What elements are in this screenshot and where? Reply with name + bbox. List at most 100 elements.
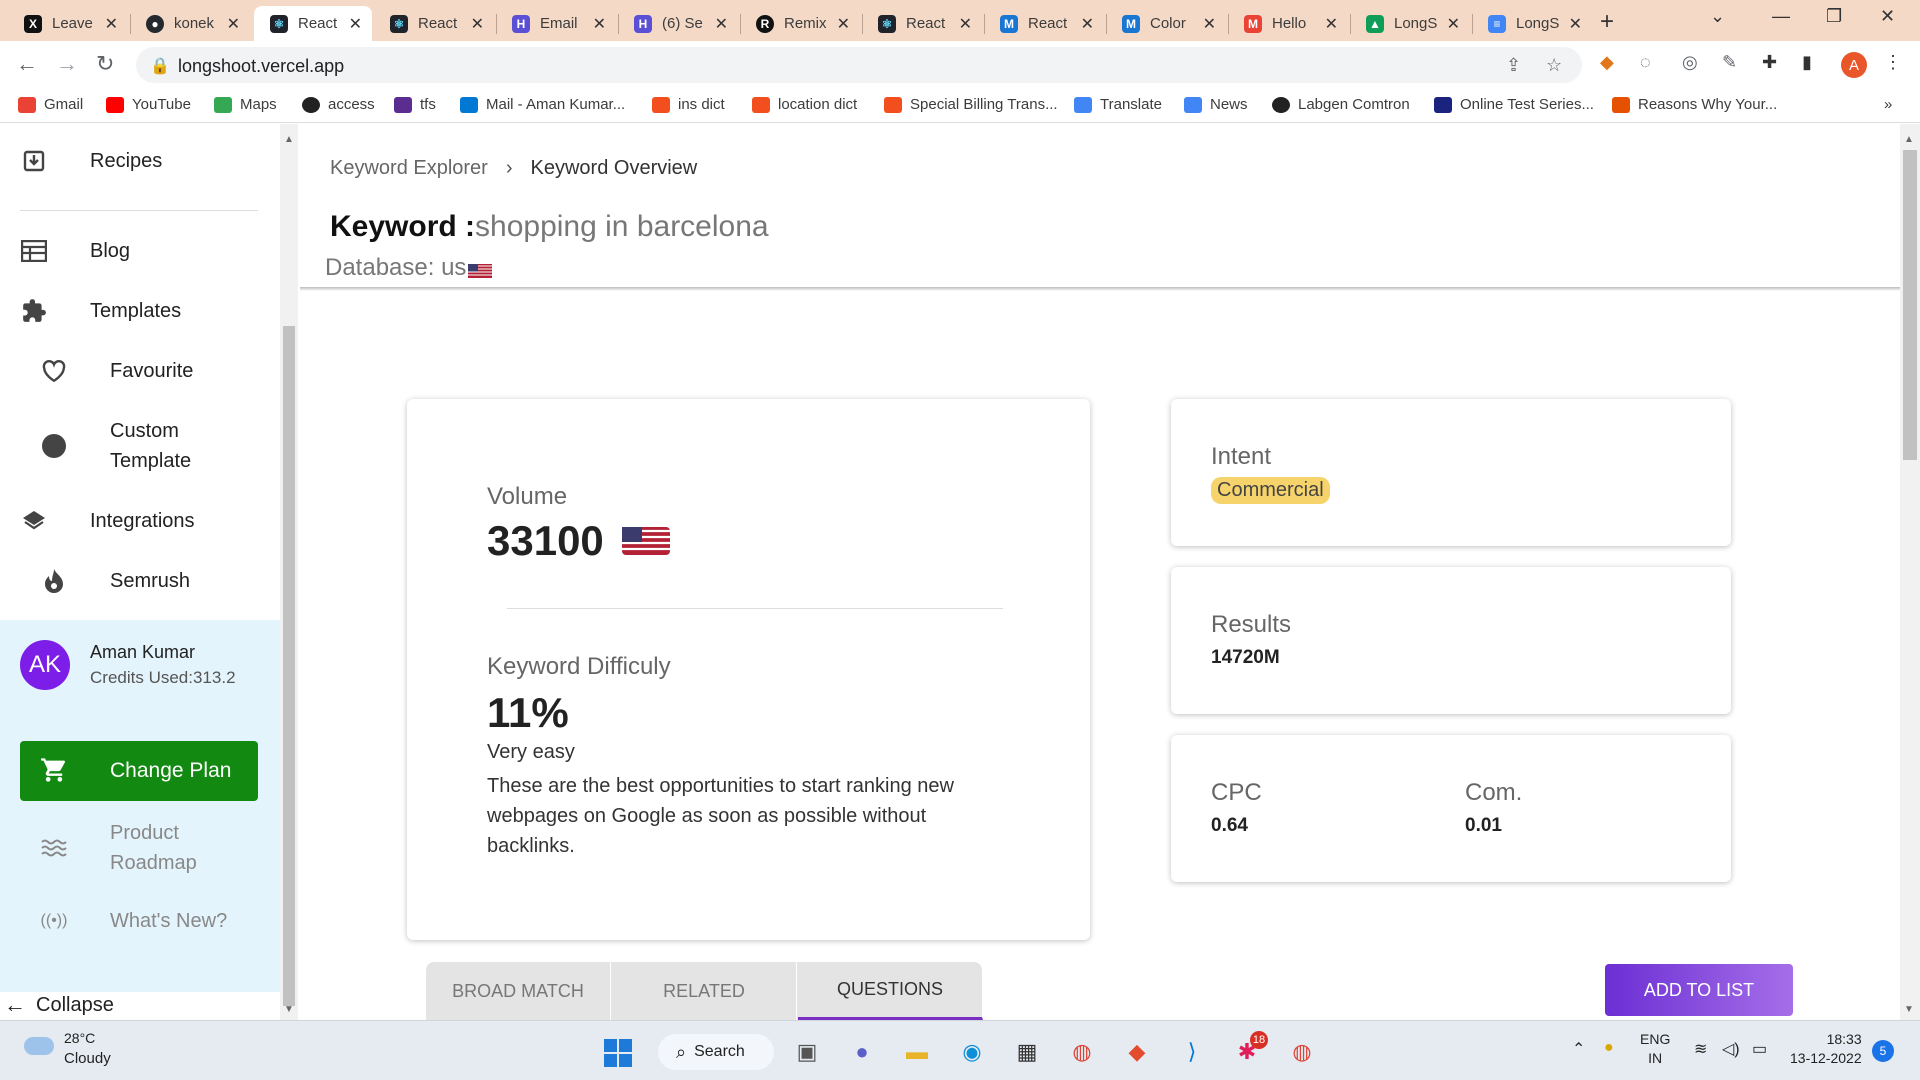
bookmark-ins-dict[interactable]: ins dict — [652, 96, 725, 113]
avatar[interactable]: AK — [20, 640, 70, 690]
eyedropper-icon[interactable]: ✎ — [1722, 52, 1737, 73]
bookmark-maps[interactable]: Maps — [214, 96, 277, 113]
wifi-icon[interactable]: ≋ — [1694, 1039, 1707, 1059]
browser-tab[interactable]: R Remix ✕ — [740, 6, 860, 41]
sidebar-item-templates[interactable]: Templates — [0, 296, 272, 326]
close-icon[interactable]: ✕ — [715, 14, 728, 34]
store-icon[interactable]: ▦ — [1012, 1037, 1042, 1067]
edge-icon[interactable]: ◉ — [957, 1037, 987, 1067]
add-to-list-button[interactable]: ADD TO LIST — [1605, 964, 1793, 1016]
teams-chat-icon[interactable]: ● — [847, 1037, 877, 1067]
tab-broad-match[interactable]: BROAD MATCH — [426, 962, 611, 1020]
bookmark-access[interactable]: access — [302, 96, 375, 113]
scroll-down-icon[interactable]: ▼ — [284, 1004, 294, 1015]
browser-tab[interactable]: M React ✕ — [984, 6, 1104, 41]
minimize-icon[interactable]: — — [1772, 6, 1790, 27]
breadcrumb-root[interactable]: Keyword Explorer — [330, 157, 488, 180]
browser-tab[interactable]: M Color ✕ — [1106, 6, 1226, 41]
git-icon[interactable]: ◆ — [1122, 1037, 1152, 1067]
cloud-icon[interactable] — [24, 1037, 54, 1055]
close-icon[interactable]: ✕ — [1569, 14, 1582, 34]
page-scrollbar-thumb[interactable] — [1903, 150, 1917, 460]
restore-icon[interactable]: ❐ — [1826, 6, 1842, 27]
browser-tab[interactable]: ▲ LongS ✕ — [1350, 6, 1470, 41]
weather-temperature[interactable]: 28°C — [64, 1030, 95, 1046]
sidebar-scrollbar-thumb[interactable] — [283, 326, 295, 1006]
weather-condition[interactable]: Cloudy — [64, 1050, 111, 1067]
sidebar-item-product-roadmap[interactable]: Product Roadmap — [0, 818, 272, 878]
bookmark-news[interactable]: News — [1184, 96, 1248, 113]
puzzle-extensions-icon[interactable]: ✚ — [1762, 52, 1777, 73]
sidebar-item-blog[interactable]: Blog — [0, 236, 272, 266]
bookmark-online-test[interactable]: Online Test Series... — [1434, 96, 1594, 113]
close-icon[interactable]: ✕ — [1325, 14, 1338, 34]
tab-questions[interactable]: QUESTIONS — [798, 962, 983, 1020]
system-clock[interactable]: 18:33 13-12-2022 — [1790, 1030, 1862, 1068]
bookmark-mail[interactable]: Mail - Aman Kumar... — [460, 96, 625, 113]
windows-start-icon[interactable] — [604, 1039, 632, 1067]
metamask-icon[interactable]: ◆ — [1600, 52, 1614, 73]
chrome-icon[interactable]: ◍ — [1067, 1037, 1097, 1067]
extension-icon[interactable]: ◎ — [1682, 52, 1698, 73]
reload-icon[interactable]: ↻ — [96, 51, 114, 77]
star-icon[interactable]: ☆ — [1546, 55, 1562, 76]
side-panel-icon[interactable]: ▮ — [1802, 52, 1812, 73]
sidebar-item-integrations[interactable]: Integrations — [0, 506, 272, 536]
tab-search-icon[interactable]: ⌄ — [1710, 6, 1725, 27]
collapse-button[interactable]: ← Collapse — [4, 992, 114, 1018]
address-bar[interactable]: 🔒 longshoot.vercel.app ⇪ ☆ — [136, 47, 1582, 83]
bookmark-gmail[interactable]: Gmail — [18, 96, 83, 113]
url-text[interactable]: longshoot.vercel.app — [178, 56, 344, 77]
bookmark-location-dict[interactable]: location dict — [752, 96, 857, 113]
close-icon[interactable]: ✕ — [959, 14, 972, 34]
bookmark-tfs[interactable]: tfs — [394, 96, 436, 113]
language-indicator[interactable]: ENG IN — [1640, 1030, 1670, 1068]
bookmark-reasons[interactable]: Reasons Why Your... — [1612, 96, 1777, 113]
close-icon[interactable]: ✕ — [1203, 14, 1216, 34]
browser-tab[interactable]: ⚛ React ✕ — [374, 6, 494, 41]
taskbar-search[interactable]: ⌕ Search — [658, 1034, 774, 1070]
vscode-icon[interactable]: ⟩ — [1177, 1037, 1207, 1067]
file-explorer-icon[interactable]: ▬ — [902, 1037, 932, 1067]
sidebar-item-whats-new[interactable]: ((•)) What's New? — [0, 906, 272, 936]
share-icon[interactable]: ⇪ — [1506, 55, 1521, 76]
new-tab-icon[interactable]: + — [1600, 8, 1614, 36]
scroll-down-icon[interactable]: ▼ — [1904, 1004, 1914, 1015]
back-icon[interactable]: ← — [16, 51, 38, 77]
sidebar-item-semrush[interactable]: Semrush — [0, 566, 272, 596]
close-icon[interactable]: ✕ — [227, 14, 240, 34]
volume-icon[interactable]: ◁) — [1722, 1039, 1740, 1059]
battery-icon[interactable]: ▭ — [1752, 1039, 1767, 1059]
scroll-up-icon[interactable]: ▲ — [284, 134, 294, 145]
browser-tab[interactable]: ● konek ✕ — [130, 6, 250, 41]
browser-tab[interactable]: H (6) Se ✕ — [618, 6, 738, 41]
lock-icon[interactable]: 🔒 — [150, 56, 170, 76]
task-view-icon[interactable]: ▣ — [792, 1037, 822, 1067]
change-plan-button[interactable]: Change Plan — [20, 741, 258, 801]
bookmark-labgen[interactable]: Labgen Comtron — [1272, 96, 1410, 113]
close-icon[interactable]: ✕ — [471, 14, 484, 34]
forward-icon[interactable]: → — [56, 51, 78, 77]
close-icon[interactable]: ✕ — [837, 14, 850, 34]
warning-icon[interactable]: ● — [1604, 1039, 1614, 1057]
sidebar-item-favourite[interactable]: Favourite — [0, 356, 272, 386]
browser-tab[interactable]: ⚛ React ✕ — [862, 6, 982, 41]
close-icon[interactable]: ✕ — [1081, 14, 1094, 34]
browser-tab[interactable]: X Leave ✕ — [8, 6, 128, 41]
bookmark-translate[interactable]: Translate — [1074, 96, 1162, 113]
chevron-up-icon[interactable]: ⌃ — [1572, 1039, 1585, 1059]
bookmarks-overflow[interactable]: » — [1884, 96, 1892, 113]
notification-badge[interactable]: 5 — [1872, 1040, 1894, 1062]
close-icon[interactable]: ✕ — [1447, 14, 1460, 34]
close-icon[interactable]: ✕ — [105, 14, 118, 34]
close-icon[interactable]: ✕ — [593, 14, 606, 34]
tab-related[interactable]: RELATED — [612, 962, 797, 1020]
browser-tab[interactable]: M Hello ✕ — [1228, 6, 1348, 41]
sidebar-item-recipes[interactable]: Recipes — [0, 146, 272, 176]
profile-avatar[interactable]: A — [1841, 52, 1867, 78]
browser-tab-active[interactable]: ⚛ React ✕ — [254, 6, 372, 41]
bookmark-special-billing[interactable]: Special Billing Trans... — [884, 96, 1058, 113]
sidebar-item-custom-template[interactable]: Custom Template — [0, 416, 272, 476]
close-window-icon[interactable]: ✕ — [1880, 6, 1895, 27]
bookmark-youtube[interactable]: YouTube — [106, 96, 191, 113]
